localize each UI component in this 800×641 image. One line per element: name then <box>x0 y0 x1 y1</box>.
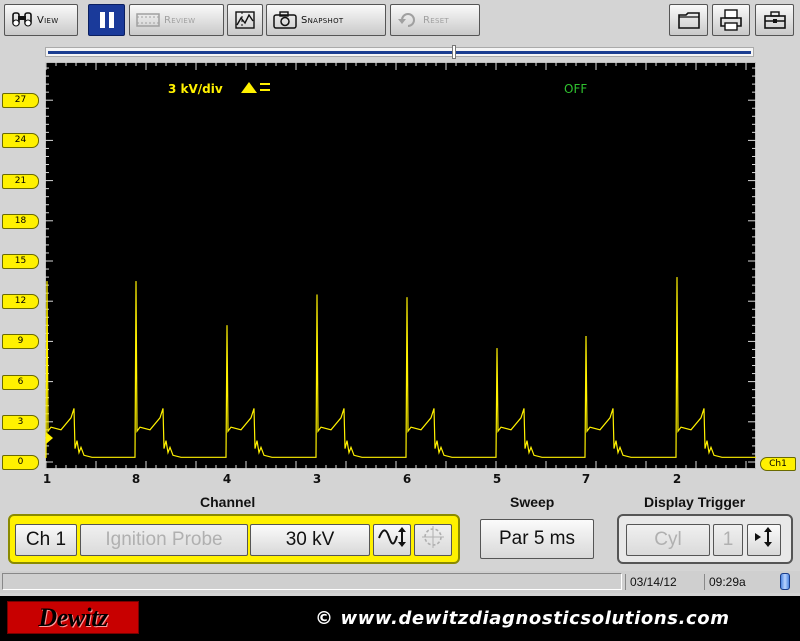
slider-thumb[interactable] <box>452 45 456 59</box>
cursor-graph-icon <box>234 10 256 30</box>
toolbox-icon <box>763 10 787 30</box>
cylinder-label-3: 3 <box>312 472 322 486</box>
y-axis-label: 15 <box>2 254 39 269</box>
toolbar: View Review Snapshot Reset <box>0 0 800 42</box>
copyright-text: © www.dewitzdiagnosticsolutions.com <box>315 608 730 629</box>
channel-select-button[interactable]: Ch 1 <box>15 524 77 556</box>
scale-select-button[interactable]: 30 kV <box>250 524 370 556</box>
cylinder-label-8: 8 <box>131 472 141 486</box>
filter-button[interactable] <box>414 524 452 556</box>
dewitz-logo: Dewitz <box>7 601 139 634</box>
sweep-select-button[interactable]: Par 5 ms <box>480 519 594 559</box>
footer: Dewitz © www.dewitzdiagnosticsolutions.c… <box>0 596 800 641</box>
cylinder-label-7: 7 <box>581 472 591 486</box>
channel-controls: Ch 1 Ignition Probe 30 kV <box>8 514 460 564</box>
cursors-button[interactable] <box>227 4 263 36</box>
view-button[interactable]: View <box>4 4 78 36</box>
trigger-level-marker <box>46 432 53 444</box>
y-axis-label: 3 <box>2 414 39 430</box>
waveform-invert-icon <box>377 526 407 554</box>
slider-track <box>48 51 751 54</box>
coupling-button[interactable] <box>373 524 411 556</box>
review-button[interactable]: Review <box>129 4 224 36</box>
status-bar: 03/14/12 09:29a <box>0 571 800 593</box>
scope-display: 3 kV/div OFF <box>45 62 756 469</box>
reset-label: Reset <box>423 14 450 26</box>
y-axis-label: 12 <box>2 294 39 310</box>
reset-icon <box>397 11 419 29</box>
filter-icon <box>420 525 446 555</box>
folder-icon <box>677 10 701 30</box>
status-message-area <box>2 573 622 590</box>
trigger-slope-button[interactable] <box>747 524 781 556</box>
y-axis-label: 24 <box>2 133 39 149</box>
snapshot-label: Snapshot <box>301 14 344 26</box>
probe-select-button[interactable]: Ignition Probe <box>80 524 248 556</box>
printer-icon <box>719 9 743 31</box>
y-axis-label: 27 <box>2 93 39 109</box>
trigger-slope-icon <box>752 525 776 555</box>
print-button[interactable] <box>712 4 750 36</box>
cylinder-label-6: 6 <box>402 472 412 486</box>
y-axis-label: 6 <box>2 374 39 390</box>
channel-section-title: Channel <box>200 494 256 510</box>
status-time: 09:29a <box>704 574 746 590</box>
binoculars-icon <box>11 11 33 29</box>
waveform-position-slider[interactable] <box>45 45 754 59</box>
y-axis-label: 18 <box>2 213 39 229</box>
toolbox-button[interactable] <box>755 4 794 36</box>
pause-icon <box>98 12 116 28</box>
trigger-cylinder-button[interactable]: 1 <box>713 524 743 556</box>
film-strip-icon <box>136 12 160 28</box>
display-trigger-controls: Cyl 1 <box>617 514 793 564</box>
snapshot-button[interactable]: Snapshot <box>266 4 386 36</box>
plot-frame <box>45 62 756 469</box>
battery-icon <box>780 573 790 590</box>
sweep-section-title: Sweep <box>510 494 555 510</box>
view-label: View <box>37 14 59 26</box>
cylinder-label-5: 5 <box>492 472 502 486</box>
scope-plot: 3 kV/div OFF <box>45 62 756 469</box>
cylinder-label-1: 1 <box>42 472 52 486</box>
trigger-status-readout: OFF <box>564 82 587 96</box>
y-axis-label: 21 <box>2 173 39 189</box>
reset-button[interactable]: Reset <box>390 4 480 36</box>
review-label: Review <box>164 14 196 26</box>
scale-readout: 3 kV/div <box>168 82 223 96</box>
y-axis-label: 0 <box>2 455 39 470</box>
status-date: 03/14/12 <box>625 574 677 590</box>
channel-marker-tag: Ch1 <box>760 457 796 471</box>
cylinder-label-2: 2 <box>672 472 682 486</box>
trigger-source-button[interactable]: Cyl <box>626 524 710 556</box>
camera-icon <box>273 11 297 29</box>
y-axis-label: 9 <box>2 334 39 350</box>
display-trigger-section-title: Display Trigger <box>644 494 746 510</box>
cylinder-label-4: 4 <box>222 472 232 486</box>
pause-button[interactable] <box>88 4 125 36</box>
trigger-mode-icon <box>241 82 257 93</box>
ignition-waveform-trace <box>45 277 756 458</box>
folder-button[interactable] <box>669 4 708 36</box>
